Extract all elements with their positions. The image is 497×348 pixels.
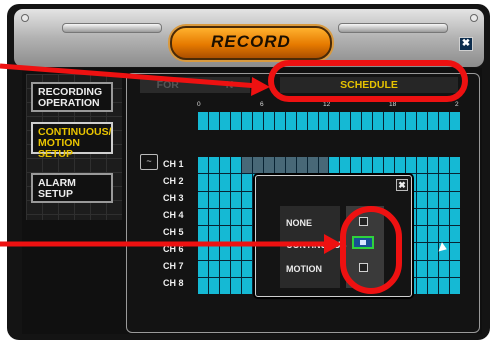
arrow-to-schedule-tab [0,63,270,96]
annotation-arrows [0,63,342,254]
arrow-to-continuous-option [0,234,342,254]
